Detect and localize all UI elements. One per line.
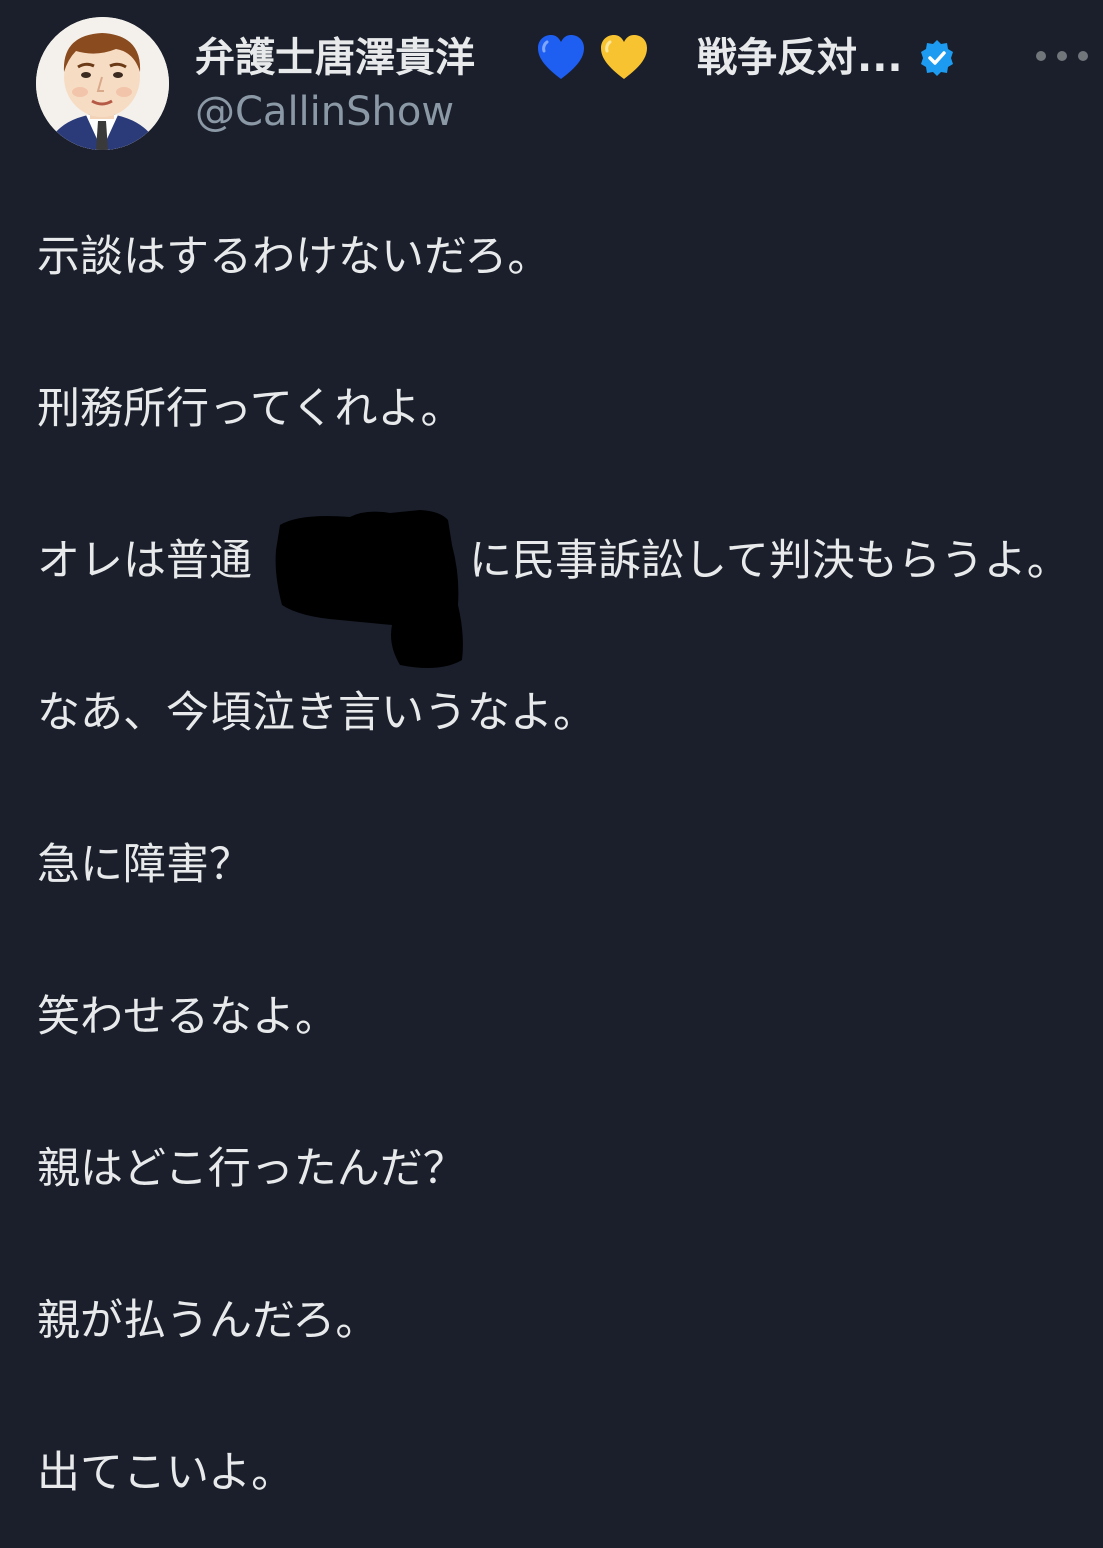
avatar-illustration: [36, 17, 169, 150]
tweet-line-redacted: オレは普通 に民事訴訟して判決もらうよ。: [37, 529, 1087, 593]
more-dot-icon: [1078, 51, 1088, 61]
more-dot-icon: [1036, 51, 1046, 61]
tweet-line: 出てこいよ。: [37, 1448, 295, 1498]
verified-badge-icon[interactable]: [917, 38, 957, 78]
avatar[interactable]: [36, 17, 169, 150]
display-name[interactable]: 弁護士唐澤貴洋: [195, 30, 475, 86]
tweet-line-segment: オレは普通: [37, 536, 252, 586]
tweet-header: 弁護士唐澤貴洋 戦争反対... @CallinShow: [0, 0, 1103, 170]
tweet-line: 親が払うんだろ。: [37, 1296, 379, 1346]
display-name-row[interactable]: 弁護士唐澤貴洋 戦争反対...: [195, 30, 975, 86]
tweet-line-segment: に民事訴訟して判決もらうよ。: [469, 536, 1070, 586]
yellow-heart-icon: [598, 32, 650, 84]
tweet-line: なあ、今頃泣き言いうなよ。: [37, 688, 596, 738]
tweet-line: 親はどこ行ったんだ？: [37, 1144, 466, 1194]
tweet-line: 笑わせるなよ。: [37, 992, 338, 1042]
tweet-line: 刑務所行ってくれよ。: [37, 384, 464, 434]
redaction-mark: [275, 510, 463, 669]
display-name-suffix[interactable]: 戦争反対...: [697, 30, 903, 86]
more-options-button[interactable]: [1036, 40, 1088, 72]
more-dot-icon: [1057, 51, 1067, 61]
tweet-line: 急に障害？: [37, 840, 252, 890]
user-handle[interactable]: @CallinShow: [195, 86, 454, 138]
tweet-line: 示談はするわけないだろ。: [37, 232, 551, 282]
blue-heart-icon: [535, 32, 587, 84]
